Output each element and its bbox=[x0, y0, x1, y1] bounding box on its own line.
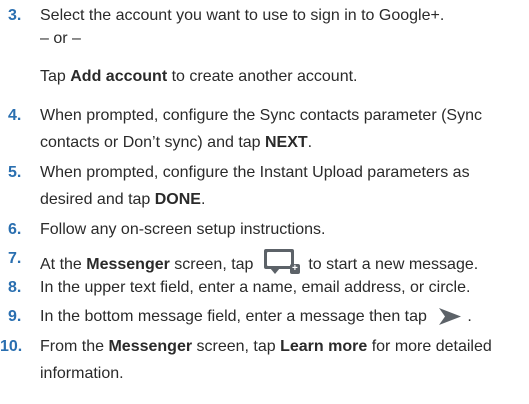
text-fragment: . bbox=[307, 134, 313, 151]
step-text: Follow any on-screen setup instructions. bbox=[40, 220, 523, 239]
step-number: 4. bbox=[8, 107, 22, 124]
text-fragment: In the bottom message field, enter a mes… bbox=[40, 308, 432, 325]
text-fragment: screen, tap bbox=[169, 256, 258, 273]
step-line: When prompted, configure the Instant Upl… bbox=[40, 164, 470, 181]
instructions-page: 3. Select the account you want to use to… bbox=[0, 0, 529, 404]
next-label: NEXT bbox=[265, 134, 308, 151]
text-fragment: to create another account. bbox=[167, 68, 358, 85]
step-number: 6. bbox=[8, 221, 22, 238]
step-text: At the Messenger screen, tap + to start … bbox=[40, 249, 523, 275]
text-fragment: At the bbox=[40, 256, 87, 273]
text-fragment: for more detailed bbox=[367, 338, 492, 355]
step-number: 8. bbox=[8, 279, 22, 296]
or-text: – or – bbox=[40, 30, 81, 47]
step-text-line2: desired and tap DONE. bbox=[40, 190, 523, 209]
or-separator: – or – bbox=[40, 29, 523, 48]
step-text: When prompted, configure the Instant Upl… bbox=[40, 163, 523, 182]
step-number: 9. bbox=[8, 308, 22, 325]
text-fragment: . bbox=[200, 191, 206, 208]
text-fragment: . bbox=[467, 308, 472, 325]
new-message-icon: + bbox=[263, 249, 300, 275]
step-line: When prompted, configure the Sync contac… bbox=[40, 107, 482, 124]
step-text: In the upper text field, enter a name, e… bbox=[40, 278, 523, 297]
step-line-add-account: Tap Add account to create another accoun… bbox=[40, 67, 523, 86]
text-fragment: desired and tap bbox=[40, 191, 155, 208]
learn-more-label: Learn more bbox=[280, 338, 368, 355]
step-text: When prompted, configure the Sync contac… bbox=[40, 106, 523, 125]
step-text-line2: contacts or Don’t sync) and tap NEXT. bbox=[40, 133, 523, 152]
step-number: 5. bbox=[8, 164, 22, 181]
step-text: Select the account you want to use to si… bbox=[40, 6, 523, 25]
text-fragment: screen, tap bbox=[192, 338, 281, 355]
add-account-label: Add account bbox=[70, 68, 168, 85]
text-fragment: From the bbox=[40, 338, 109, 355]
step-number: 10. bbox=[0, 338, 23, 355]
step-number: 7. bbox=[8, 250, 22, 267]
step-text-line2: information. bbox=[40, 364, 523, 383]
step-line: Select the account you want to use to si… bbox=[40, 7, 445, 24]
step-number: 3. bbox=[8, 7, 22, 24]
step-line: In the upper text field, enter a name, e… bbox=[40, 279, 471, 296]
step-text: From the Messenger screen, tap Learn mor… bbox=[40, 337, 523, 356]
done-label: DONE bbox=[154, 191, 201, 208]
text-fragment: to start a new message. bbox=[303, 256, 479, 273]
messenger-label: Messenger bbox=[108, 338, 193, 355]
text-fragment: Tap bbox=[40, 68, 71, 85]
step-text: In the bottom message field, enter a mes… bbox=[40, 307, 523, 326]
step-line: information. bbox=[40, 365, 124, 382]
text-fragment: contacts or Don’t sync) and tap bbox=[40, 134, 265, 151]
messenger-label: Messenger bbox=[86, 256, 170, 273]
send-icon bbox=[439, 308, 462, 325]
step-line: Follow any on-screen setup instructions. bbox=[40, 221, 326, 238]
